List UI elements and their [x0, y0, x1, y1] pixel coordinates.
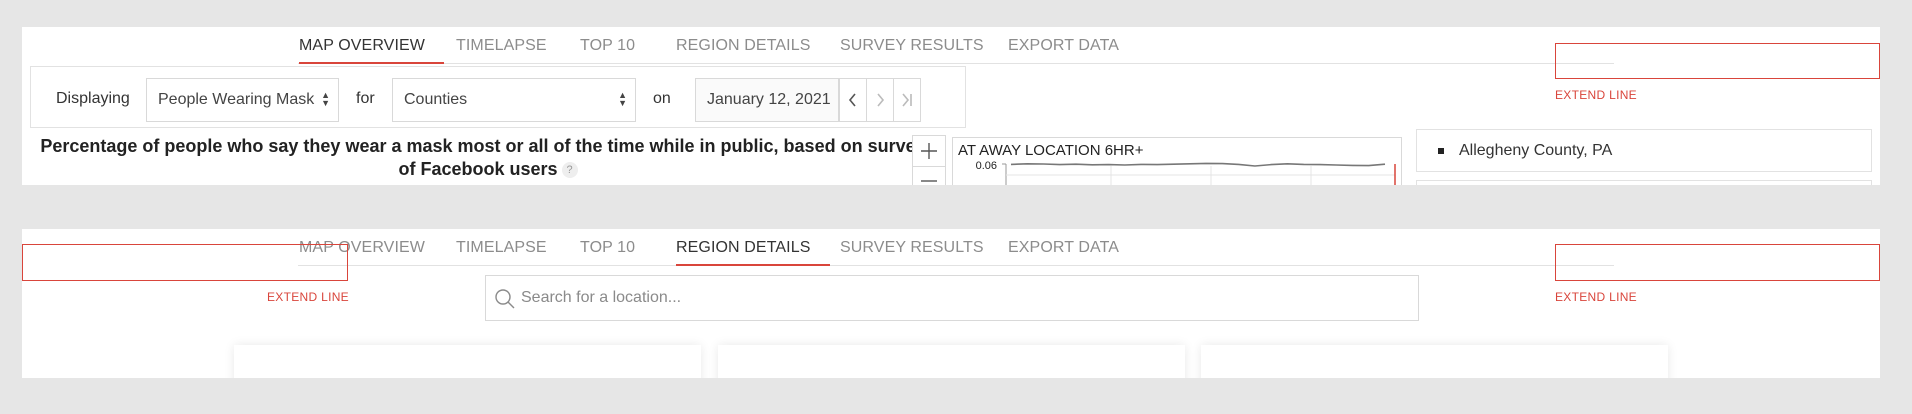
tab-survey-results[interactable]: SURVEY RESULTS [840, 37, 984, 55]
y-tick-label: 0.06 [976, 160, 997, 172]
tab-top-10[interactable]: TOP 10 [580, 37, 635, 55]
latest-date-button[interactable] [893, 78, 921, 122]
tab-divider [298, 63, 1614, 64]
tab-map-overview[interactable]: MAP OVERVIEW [299, 37, 425, 55]
search-input[interactable] [521, 277, 1401, 319]
search-icon [494, 288, 516, 310]
tab-export-data[interactable]: EXPORT DATA [1008, 239, 1119, 257]
extend-line-label-right: EXTEND LINE [1555, 290, 1637, 304]
region-list-item [1416, 180, 1872, 185]
select-arrows-icon: ▲ ▼ [618, 90, 627, 108]
extend-line-label: EXTEND LINE [1555, 88, 1637, 102]
select-arrows-icon: ▲ ▼ [321, 90, 330, 108]
geo-level-select-value: Counties [404, 91, 468, 108]
date-picker[interactable]: January 12, 2021 [695, 78, 839, 122]
tab-top-10[interactable]: TOP 10 [580, 239, 635, 257]
displaying-label: Displaying [56, 90, 130, 107]
help-icon[interactable]: ? [561, 162, 578, 179]
skip-to-end-icon [902, 93, 912, 107]
location-search[interactable] [485, 275, 1419, 321]
zoom-in-button[interactable] [913, 136, 945, 167]
geo-level-select[interactable]: Counties ▲ ▼ [392, 78, 636, 122]
previous-day-button[interactable] [839, 78, 867, 122]
region-detail-card [718, 345, 1185, 378]
plus-icon [921, 143, 937, 159]
bullet-icon [1438, 148, 1444, 154]
region-detail-card [1201, 345, 1668, 378]
signal-select-value: People Wearing Mask [158, 91, 315, 108]
tab-timelapse[interactable]: TIMELAPSE [456, 239, 547, 257]
mini-chart-card: AT AWAY LOCATION 6HR+ 0.06 [952, 137, 1402, 185]
selected-region-item[interactable]: Allegheny County, PA [1416, 129, 1872, 172]
extend-line-marker [1555, 43, 1880, 79]
tab-region-details[interactable]: REGION DETAILS [676, 239, 810, 257]
signal-select[interactable]: People Wearing Mask ▲ ▼ [146, 78, 339, 122]
map-title-text: Percentage of people who say they wear a… [40, 136, 936, 179]
tab-export-data[interactable]: EXPORT DATA [1008, 37, 1119, 55]
map-zoom-controls [912, 135, 946, 185]
map-title: Percentage of people who say they wear a… [40, 135, 936, 181]
extend-line-label-left: EXTEND LINE [267, 290, 349, 304]
tab-region-details[interactable]: REGION DETAILS [676, 37, 810, 55]
series-line [1010, 162, 1386, 167]
region-details-panel: MAP OVERVIEW TIMELAPSE TOP 10 REGION DET… [22, 229, 1880, 378]
map-overview-panel: MAP OVERVIEW TIMELAPSE TOP 10 REGION DET… [22, 27, 1880, 185]
tab-survey-results[interactable]: SURVEY RESULTS [840, 239, 984, 257]
extend-line-marker-right [1555, 244, 1880, 281]
mini-chart: 0.06 [976, 160, 1396, 185]
on-label: on [653, 90, 671, 107]
date-value: January 12, 2021 [707, 91, 831, 108]
extend-line-marker-left [22, 244, 348, 281]
active-tab-indicator [676, 264, 830, 266]
map-controls: Displaying People Wearing Mask ▲ ▼ for Co… [30, 66, 966, 128]
chevron-left-icon [848, 93, 856, 107]
tab-divider [298, 265, 1614, 266]
minus-icon [921, 180, 937, 182]
tab-timelapse[interactable]: TIMELAPSE [456, 37, 547, 55]
active-tab-indicator [299, 62, 444, 64]
region-name: Allegheny County, PA [1459, 142, 1613, 159]
zoom-out-button[interactable] [913, 166, 945, 185]
tab-bar: MAP OVERVIEW TIMELAPSE TOP 10 REGION DET… [22, 27, 1616, 64]
chevron-right-icon [877, 93, 885, 107]
region-detail-card [234, 345, 701, 378]
next-day-button[interactable] [866, 78, 894, 122]
for-label: for [356, 90, 375, 107]
